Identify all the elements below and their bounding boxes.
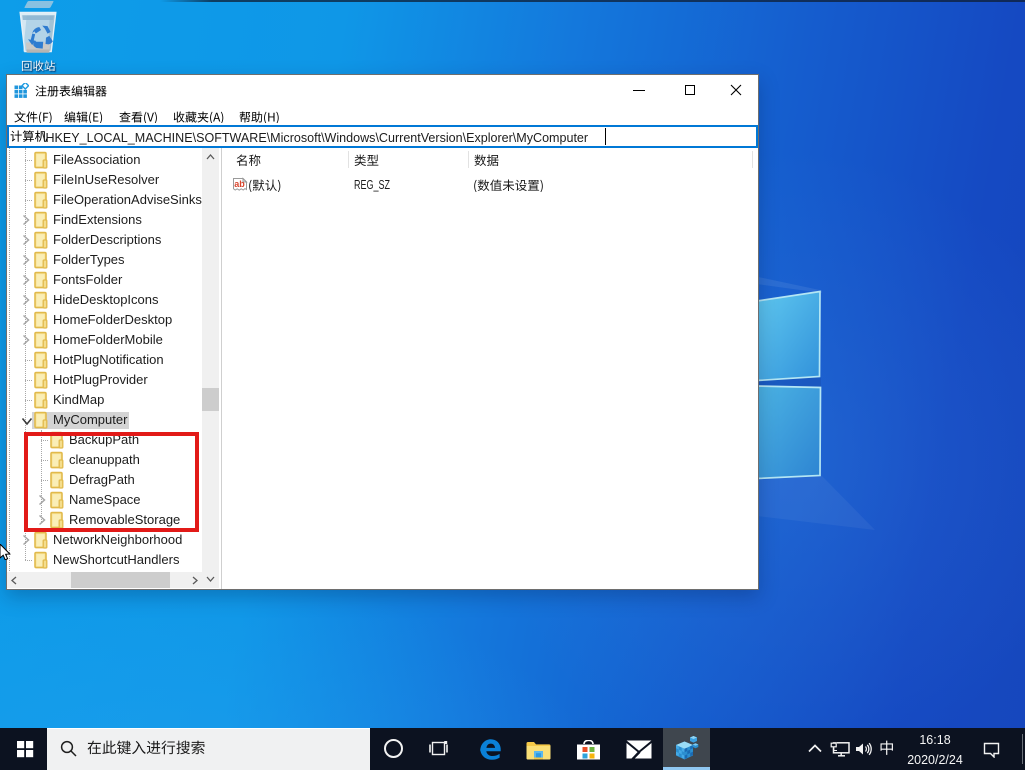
svg-text:ab: ab [234,179,245,189]
